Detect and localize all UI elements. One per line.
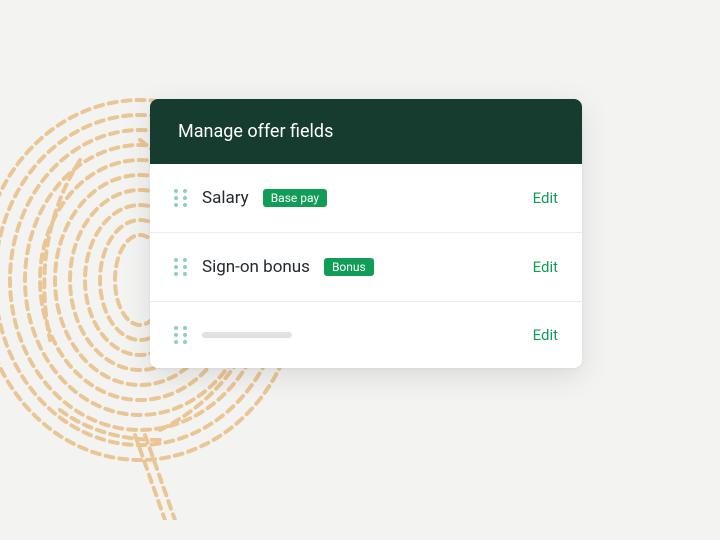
drag-handle-icon[interactable] [174, 189, 188, 207]
offer-field-row: Sign-on bonus Bonus Edit [150, 233, 582, 302]
drag-handle-icon[interactable] [174, 258, 188, 276]
offer-field-row: Edit [150, 302, 582, 368]
edit-button[interactable]: Edit [533, 326, 558, 344]
field-name: Sign-on bonus [202, 257, 310, 277]
empty-field-placeholder [202, 332, 292, 338]
manage-offer-fields-card: Manage offer fields Salary Base pay Edit… [150, 99, 582, 368]
field-type-badge: Bonus [324, 258, 374, 276]
edit-button[interactable]: Edit [533, 258, 558, 276]
field-type-badge: Base pay [263, 189, 327, 207]
drag-handle-icon[interactable] [174, 326, 188, 344]
field-name: Salary [202, 188, 249, 208]
edit-button[interactable]: Edit [533, 189, 558, 207]
card-title: Manage offer fields [150, 99, 582, 164]
offer-field-row: Salary Base pay Edit [150, 164, 582, 233]
